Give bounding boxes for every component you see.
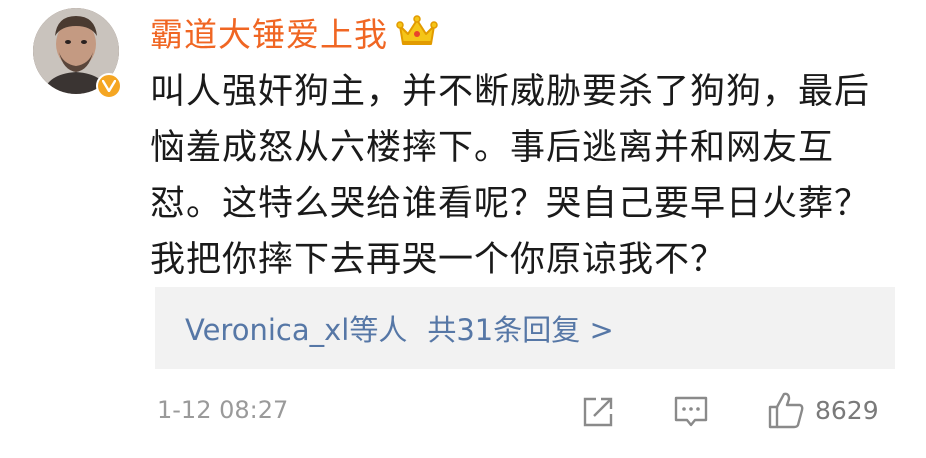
reply-users[interactable]: Veronica_xl等人 [185,307,407,349]
thumbs-up-icon[interactable] [767,390,805,430]
reply-count[interactable]: 共31条回复 > [427,307,613,349]
comment-icon[interactable] [673,394,709,430]
post-text: 叫人强奸狗主，并不断威胁要杀了狗狗，最后恼羞成怒从六楼摔下。事后逃离并和网友互怼… [150,72,871,280]
verified-badge-icon [96,73,122,99]
author-row: 霸道大锤爱上我 [150,10,438,54]
post-footer: 1-12 08:27 8629 [155,390,895,434]
crown-icon [396,14,438,50]
share-icon[interactable] [580,394,616,430]
replies-link[interactable]: Veronica_xl等人 共31条回复 > [155,287,895,369]
like-count: 8629 [815,396,879,425]
timestamp: 1-12 08:27 [157,396,289,424]
author-name[interactable]: 霸道大锤爱上我 [150,8,388,56]
